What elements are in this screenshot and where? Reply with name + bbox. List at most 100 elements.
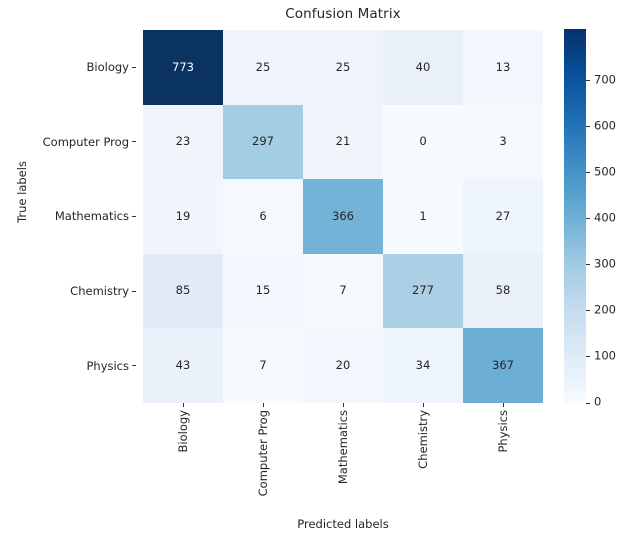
- heatmap-cell-value: 27: [495, 208, 511, 223]
- heatmap-cell-value: 773: [172, 59, 194, 74]
- heatmap-cell-value: 34: [415, 357, 431, 372]
- colorbar-tick-mark: [586, 218, 590, 220]
- x-tick-mark: [263, 403, 264, 407]
- heatmap-cell: 85: [143, 253, 223, 329]
- heatmap-cell: 19: [143, 179, 223, 254]
- heatmap-cell: 58: [463, 253, 543, 329]
- y-tick-mark: [132, 66, 136, 68]
- heatmap-cell-value: 25: [335, 59, 351, 74]
- heatmap-cell-value: 19: [175, 208, 191, 223]
- heatmap-cell: 25: [303, 30, 383, 105]
- x-tick-mark: [343, 403, 344, 407]
- heatmap-cell-value: 7: [339, 283, 347, 298]
- y-tick-label: Biology: [86, 60, 129, 75]
- heatmap-cell: 25: [223, 30, 303, 105]
- x-tick-biology: Biology: [143, 403, 223, 503]
- heatmap-cell-value: 15: [255, 283, 271, 298]
- heatmap-cell: 0: [383, 104, 463, 180]
- heatmap-cell-value: 43: [175, 357, 191, 372]
- y-axis-tick-labels: Biology Computer Prog Mathematics Chemistry…: [0, 30, 136, 403]
- y-tick-chemistry: Chemistry: [0, 254, 136, 329]
- heatmap-cell-value: 7: [259, 357, 267, 372]
- heatmap-cell: 773: [143, 30, 223, 105]
- x-tick-chemistry: Chemistry: [383, 403, 463, 503]
- heatmap-grid: 773 25 25 40 13 23 297 21 0 3 19 6 366 1 27 85 15 7 277 58 4…: [143, 30, 543, 403]
- colorbar-tick-mark: [586, 356, 590, 358]
- heatmap-cell-value: 277: [412, 283, 434, 298]
- heatmap-cell: 6: [223, 179, 303, 254]
- y-tick-computer-prog: Computer Prog: [0, 105, 136, 180]
- y-tick-label: Physics: [86, 358, 129, 373]
- heatmap-cell: 13: [463, 30, 543, 105]
- x-tick-label: Chemistry: [416, 410, 430, 469]
- colorbar-tick-label: 200: [594, 302, 616, 317]
- y-tick-biology: Biology: [0, 30, 136, 105]
- colorbar-tick-label: 100: [594, 348, 616, 363]
- y-tick-mathematics: Mathematics: [0, 179, 136, 254]
- x-tick-mark: [423, 403, 424, 407]
- heatmap-cell: 3: [463, 104, 543, 180]
- colorbar-tick-label: 600: [594, 118, 616, 133]
- heatmap-cell-value: 21: [335, 134, 351, 149]
- heatmap-cell: 277: [383, 253, 463, 329]
- x-tick-mark: [183, 403, 184, 407]
- colorbar-tick-label: 500: [594, 164, 616, 179]
- confusion-matrix-figure: Confusion Matrix True labels Biology Comp…: [0, 0, 629, 545]
- heatmap-cell-value: 297: [252, 134, 274, 149]
- heatmap-cell-value: 23: [175, 134, 191, 149]
- y-tick-physics: Physics: [0, 328, 136, 403]
- x-tick-physics: Physics: [463, 403, 543, 503]
- colorbar-tick-label: 0: [594, 394, 602, 409]
- colorbar-tick-labels: 0 100 200 300 400 500 600 700: [586, 29, 629, 407]
- heatmap-cell-value: 0: [419, 134, 427, 149]
- heatmap-cell-value: 3: [499, 134, 507, 149]
- x-tick-label: Mathematics: [336, 410, 350, 485]
- heatmap-cell: 20: [303, 328, 383, 403]
- heatmap-cell-value: 6: [259, 208, 267, 223]
- heatmap-cell: 21: [303, 104, 383, 180]
- colorbar-gradient: [564, 29, 586, 403]
- heatmap-cell: 34: [383, 328, 463, 403]
- y-tick-label: Computer Prog: [42, 134, 129, 149]
- colorbar-tick-mark: [586, 172, 590, 174]
- heatmap-cell-value: 85: [175, 283, 191, 298]
- heatmap-cell: 43: [143, 328, 223, 403]
- x-tick-mathematics: Mathematics: [303, 403, 383, 503]
- x-tick-label: Computer Prog: [256, 410, 270, 497]
- x-axis-tick-labels: Biology Computer Prog Mathematics Chemistry…: [143, 403, 543, 503]
- y-tick-label: Chemistry: [70, 284, 129, 299]
- heatmap-cell-value: 20: [335, 357, 351, 372]
- heatmap-cell-value: 25: [255, 59, 271, 74]
- colorbar-tick-mark: [586, 402, 590, 404]
- colorbar-tick-mark: [586, 126, 590, 128]
- heatmap-cell: 27: [463, 179, 543, 254]
- heatmap-cell: 367: [463, 328, 543, 403]
- x-tick-mark: [503, 403, 504, 407]
- heatmap-cell: 40: [383, 30, 463, 105]
- colorbar: 0 100 200 300 400 500 600 700: [564, 29, 616, 407]
- heatmap-cell-value: 40: [415, 59, 431, 74]
- y-tick-mark: [132, 290, 136, 292]
- heatmap-cell-value: 13: [495, 59, 511, 74]
- y-tick-mark: [132, 141, 136, 143]
- heatmap-cell-value: 1: [419, 208, 427, 223]
- x-tick-label: Physics: [496, 410, 510, 453]
- x-tick-label: Biology: [176, 410, 190, 453]
- x-tick-computer-prog: Computer Prog: [223, 403, 303, 503]
- heatmap-cell: 7: [303, 253, 383, 329]
- heatmap-cell: 297: [223, 104, 303, 180]
- x-axis-label: Predicted labels: [297, 517, 389, 531]
- colorbar-tick-mark: [586, 264, 590, 266]
- colorbar-tick-label: 300: [594, 256, 616, 271]
- heatmap-cell: 23: [143, 104, 223, 180]
- y-tick-mark: [132, 365, 136, 367]
- heatmap-cell: 1: [383, 179, 463, 254]
- heatmap-cell-value: 366: [332, 208, 354, 223]
- colorbar-tick-mark: [586, 80, 590, 82]
- chart-title: Confusion Matrix: [285, 6, 401, 22]
- heatmap-cell: 7: [223, 328, 303, 403]
- heatmap-cell-value: 58: [495, 283, 511, 298]
- y-tick-label: Mathematics: [54, 209, 129, 224]
- heatmap-cell: 15: [223, 253, 303, 329]
- colorbar-tick-mark: [586, 310, 590, 312]
